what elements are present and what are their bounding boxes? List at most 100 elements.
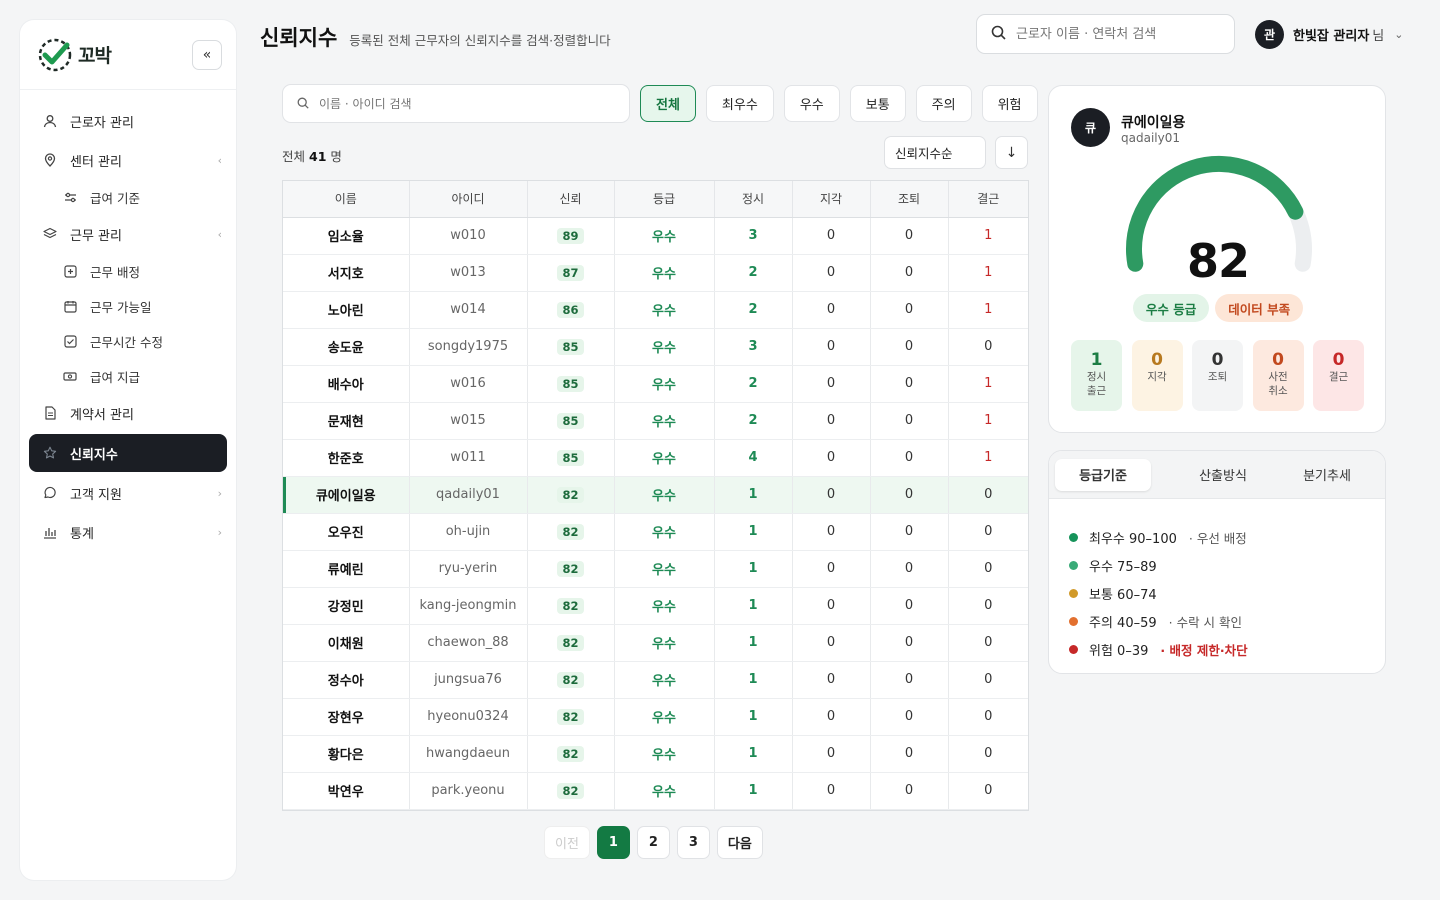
filter-good-button[interactable]: 우수: [783, 85, 840, 122]
col-header-id[interactable]: 아이디: [409, 181, 528, 218]
sidebar-item-trust-index[interactable]: 신뢰지수: [29, 434, 227, 472]
sidebar-item-label: 급여 기준: [90, 190, 140, 206]
table-row[interactable]: 서지호 w013 87 우수 2 0 0 1: [283, 254, 1028, 292]
table-row[interactable]: 장현우 hyeonu0324 82 우수 1 0 0 0: [283, 698, 1028, 736]
cell-ontime: 1: [714, 587, 793, 625]
table-row[interactable]: 노아린 w014 86 우수 2 0 0 1: [283, 291, 1028, 329]
col-header-score[interactable]: 신뢰: [527, 181, 615, 218]
sort-select[interactable]: 신뢰지수순: [884, 136, 986, 169]
cell-score: 89: [527, 217, 615, 255]
table-row[interactable]: 오우진 oh-ujin 82 우수 1 0 0 0: [283, 513, 1028, 551]
chevron-right-icon: ›: [217, 486, 222, 500]
table-row[interactable]: 문재현 w015 85 우수 2 0 0 1: [283, 402, 1028, 440]
table-body: 임소율 w010 89 우수 3 0 0 1 서지호 w013 87 우수 2 0 0 1 노아린 w014 86 우…: [283, 217, 1028, 810]
cell-name: 류예린: [283, 550, 410, 588]
cell-id: w016: [409, 365, 528, 403]
cell-grade: 우수: [614, 587, 715, 625]
sidebar-item-availability[interactable]: 근무 가능일: [20, 289, 236, 323]
worker-search[interactable]: [282, 84, 630, 123]
cell-name: 강정민: [283, 587, 410, 625]
sidebar-menu: 근로자 관리 센터 관리 ‹ 급여 기준 근무 관리 ‹ 근무 배정 근무 가능…: [20, 90, 236, 551]
sidebar-item-contracts[interactable]: 계약서 관리: [20, 394, 236, 432]
sidebar-item-payment[interactable]: 급여 지급: [20, 359, 236, 393]
sidebar-item-hours-edit[interactable]: 근무시간 수정: [20, 324, 236, 358]
table-row[interactable]: 이채원 chaewon_88 82 우수 1 0 0 0: [283, 624, 1028, 662]
col-header-ontime[interactable]: 정시: [714, 181, 793, 218]
sidebar-collapse-button[interactable]: «: [192, 39, 222, 70]
legend-note: · 배정 제한·차단: [1160, 642, 1248, 658]
global-search-input[interactable]: [1016, 26, 1216, 42]
user-menu[interactable]: 관 한빛잡 관리자 님 ⌄: [1255, 20, 1403, 49]
col-header-grade[interactable]: 등급: [614, 181, 715, 218]
table-row[interactable]: 큐에이일용 qadaily01 82 우수 1 0 0 0: [283, 476, 1028, 514]
cell-absent: 0: [948, 698, 1028, 736]
cell-ontime: 3: [714, 328, 793, 366]
table-row[interactable]: 정수아 jungsua76 82 우수 1 0 0 0: [283, 661, 1028, 699]
filter-best-button[interactable]: 최우수: [705, 85, 774, 122]
trust-table: 이름 아이디 신뢰 등급 정시 지각 조퇴 결근 임소율 w010 89 우수 3 0 0 1…: [282, 180, 1029, 811]
chevron-left-icon: ‹: [217, 153, 222, 167]
page-button-1[interactable]: 1: [596, 826, 630, 859]
cell-id: chaewon_88: [409, 624, 528, 662]
cell-late: 0: [792, 217, 871, 255]
cell-early: 0: [870, 402, 949, 440]
table-row[interactable]: 류예린 ryu-yerin 82 우수 1 0 0 0: [283, 550, 1028, 588]
cell-id: park.yeonu: [409, 772, 528, 810]
table-row[interactable]: 임소율 w010 89 우수 3 0 0 1: [283, 217, 1028, 255]
cell-absent: 0: [948, 550, 1028, 588]
col-header-early[interactable]: 조퇴: [870, 181, 949, 218]
table-row[interactable]: 한준호 w011 85 우수 4 0 0 1: [283, 439, 1028, 477]
cell-early: 0: [870, 587, 949, 625]
table-row[interactable]: 송도윤 songdy1975 85 우수 3 0 0 0: [283, 328, 1028, 366]
sidebar-item-support[interactable]: 고객 지원 ›: [20, 474, 236, 512]
cell-ontime: 1: [714, 624, 793, 662]
table-row[interactable]: 황다은 hwangdaeun 82 우수 1 0 0 0: [283, 735, 1028, 773]
tab-grade-criteria[interactable]: 등급기준: [1055, 458, 1151, 491]
filter-all-button[interactable]: 전체: [640, 85, 696, 122]
total-count: 전체 41 명: [282, 146, 342, 165]
filter-normal-button[interactable]: 보통: [849, 85, 906, 122]
page-button-2[interactable]: 2: [636, 826, 670, 859]
table-row[interactable]: 박연우 park.yeonu 82 우수 1 0 0 0: [283, 772, 1028, 810]
sort-direction-button[interactable]: ↓: [995, 136, 1028, 169]
stat-value: 0: [1151, 350, 1163, 370]
pagination: 이전 1 2 3 다음: [544, 826, 770, 859]
user-honorific: 님: [1372, 29, 1385, 44]
page-button-3[interactable]: 3: [676, 826, 710, 859]
sidebar-item-work[interactable]: 근무 관리 ‹: [20, 215, 236, 253]
cell-early: 0: [870, 254, 949, 292]
cell-id: w015: [409, 402, 528, 440]
chevron-down-icon: ⌄: [1394, 28, 1404, 41]
legend-item-danger: 위험 0–39 · 배정 제한·차단: [1069, 635, 1365, 663]
table-row[interactable]: 강정민 kang-jeongmin 82 우수 1 0 0 0: [283, 587, 1028, 625]
global-search[interactable]: [976, 14, 1235, 54]
sidebar-item-work-assign[interactable]: 근무 배정: [20, 254, 236, 288]
cell-early: 0: [870, 439, 949, 477]
cell-grade: 우수: [614, 698, 715, 736]
table-row[interactable]: 배수아 w016 85 우수 2 0 0 1: [283, 365, 1028, 403]
filter-danger-button[interactable]: 위험: [981, 85, 1038, 122]
cell-absent: 0: [948, 624, 1028, 662]
score-badge: 82: [557, 597, 584, 614]
tab-calculation[interactable]: 산출방식: [1171, 459, 1275, 491]
tab-quarterly-trend[interactable]: 분기추세: [1275, 459, 1379, 491]
stat-label: 지각: [1147, 371, 1167, 383]
col-header-name[interactable]: 이름: [283, 181, 410, 218]
col-header-late[interactable]: 지각: [792, 181, 871, 218]
sidebar-item-stats[interactable]: 통계 ›: [20, 513, 236, 551]
next-page-button[interactable]: 다음: [716, 826, 763, 859]
cell-absent: 1: [948, 254, 1028, 292]
cell-absent: 1: [948, 217, 1028, 255]
cell-grade: 우수: [614, 291, 715, 329]
cell-ontime: 1: [714, 550, 793, 588]
sidebar-item-centers[interactable]: 센터 관리 ‹: [20, 141, 236, 179]
sidebar-item-pay-standard[interactable]: 급여 기준: [20, 180, 236, 214]
prev-page-button[interactable]: 이전: [544, 826, 590, 859]
score-badge: 82: [557, 634, 584, 651]
col-header-absent[interactable]: 결근: [948, 181, 1028, 218]
worker-search-input[interactable]: [319, 96, 599, 111]
sidebar-item-workers[interactable]: 근로자 관리: [20, 102, 236, 140]
filter-caution-button[interactable]: 주의: [915, 85, 972, 122]
cell-ontime: 2: [714, 402, 793, 440]
cell-grade: 우수: [614, 476, 715, 514]
